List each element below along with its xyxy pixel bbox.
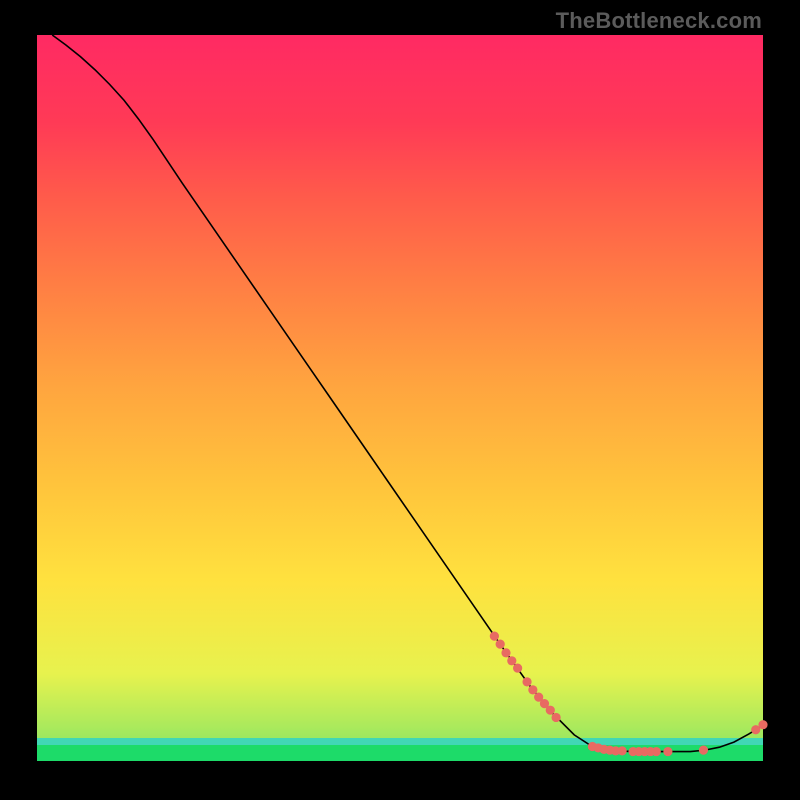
data-point — [663, 747, 672, 756]
chart-overlay — [37, 35, 763, 761]
data-point — [618, 746, 627, 755]
data-point — [496, 640, 505, 649]
data-points — [490, 632, 768, 757]
data-point — [501, 648, 510, 657]
data-point — [522, 677, 531, 686]
data-point — [546, 706, 555, 715]
bottleneck-curve — [52, 35, 763, 752]
data-point — [528, 685, 537, 694]
data-point — [699, 746, 708, 755]
data-point — [513, 663, 522, 672]
data-point — [551, 713, 560, 722]
data-point — [758, 720, 767, 729]
data-point — [507, 656, 516, 665]
data-point — [652, 747, 661, 756]
watermark-text: TheBottleneck.com — [556, 8, 762, 34]
data-point — [490, 632, 499, 641]
